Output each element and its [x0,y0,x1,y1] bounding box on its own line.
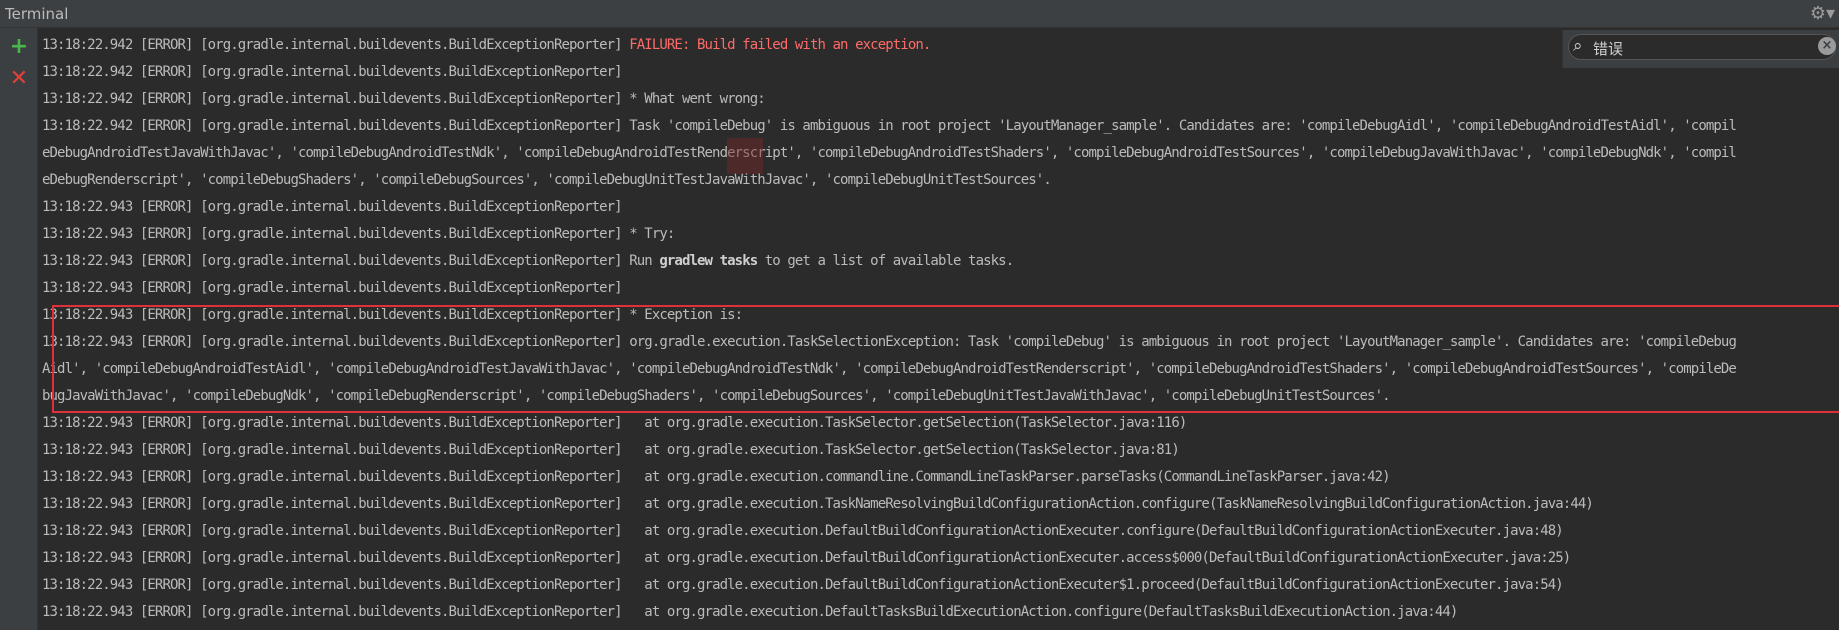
console-line: 13:18:22.943 [ERROR] [org.gradle.interna… [42,572,1839,599]
log-prefix: 13:18:22.942 [ERROR] [org.gradle.interna… [42,91,630,107]
console-line: 13:18:22.943 [ERROR] [org.gradle.interna… [42,194,1839,221]
command-highlight: gradlew tasks [659,253,758,269]
log-prefix: 13:18:22.943 [ERROR] [org.gradle.interna… [42,415,630,431]
log-message: Task 'compileDebug' is ambiguous in root… [629,118,1737,134]
console-line: 13:18:22.942 [ERROR] [org.gradle.interna… [42,86,1839,113]
console-line: eDebugAndroidTestJavaWithJavac', 'compil… [42,140,1839,167]
close-session-button[interactable]: ✕ [8,68,30,90]
log-message: at org.gradle.execution.DefaultBuildConf… [629,523,1563,539]
log-message: eDebugAndroidTestJavaWithJavac', 'compil… [42,145,1737,161]
console-line: 13:18:22.943 [ERROR] [org.gradle.interna… [42,221,1839,248]
console-line: 13:18:22.943 [ERROR] [org.gradle.interna… [42,410,1839,437]
console-line: Aidl', 'compileDebugAndroidTestAidl', 'c… [42,356,1839,383]
clear-search-icon[interactable]: × [1818,37,1836,55]
console-line: 13:18:22.943 [ERROR] [org.gradle.interna… [42,275,1839,302]
search-icon[interactable]: ⌕ [1573,36,1583,56]
log-prefix: 13:18:22.942 [ERROR] [org.gradle.interna… [42,37,630,53]
log-prefix: 13:18:22.943 [ERROR] [org.gradle.interna… [42,280,623,296]
window-title: Terminal [5,5,69,23]
log-message: at org.gradle.execution.DefaultBuildConf… [629,550,1571,566]
terminal-output[interactable]: 13:18:22.942 [ERROR] [org.gradle.interna… [42,32,1839,630]
log-message: at org.gradle.execution.DefaultTasksBuil… [629,604,1458,620]
log-message: Aidl', 'compileDebugAndroidTestAidl', 'c… [42,361,1737,377]
log-prefix: 13:18:22.943 [ERROR] [org.gradle.interna… [42,334,630,350]
terminal-toolbar: + ✕ [0,28,38,630]
log-prefix: 13:18:22.942 [ERROR] [org.gradle.interna… [42,64,623,80]
log-message: * What went wrong: [629,91,765,107]
log-message: * Try: [629,226,675,242]
log-message: eDebugRenderscript', 'compileDebugShader… [42,172,1052,188]
log-prefix: 13:18:22.943 [ERROR] [org.gradle.interna… [42,199,623,215]
log-prefix: 13:18:22.943 [ERROR] [org.gradle.interna… [42,442,630,458]
console-line: 13:18:22.943 [ERROR] [org.gradle.interna… [42,464,1839,491]
log-message: at org.gradle.execution.TaskNameResolvin… [629,496,1594,512]
console-line: 13:18:22.943 [ERROR] [org.gradle.interna… [42,248,1839,275]
log-message: at org.gradle.execution.TaskSelector.get… [629,415,1187,431]
log-message: bugJavaWithJavac', 'compileDebugNdk', 'c… [42,388,1391,404]
log-prefix: 13:18:22.943 [ERROR] [org.gradle.interna… [42,307,630,323]
log-prefix: 13:18:22.943 [ERROR] [org.gradle.interna… [42,523,630,539]
log-message: at org.gradle.execution.DefaultBuildConf… [629,577,1563,593]
search-input[interactable] [1591,35,1815,61]
console-line: 13:18:22.943 [ERROR] [org.gradle.interna… [42,437,1839,464]
terminal-title-bar: Terminal ⚙▾ [0,0,1839,28]
console-line: 13:18:22.943 [ERROR] [org.gradle.interna… [42,302,1839,329]
log-message: Run [629,253,660,269]
log-message-suffix: to get a list of available tasks. [757,253,1014,269]
console-line: bugJavaWithJavac', 'compileDebugNdk', 'c… [42,383,1839,410]
close-icon: ✕ [9,66,29,91]
log-message: * Exception is: [629,307,743,323]
console-line: 13:18:22.943 [ERROR] [org.gradle.interna… [42,599,1839,626]
log-prefix: 13:18:22.943 [ERROR] [org.gradle.interna… [42,496,630,512]
search-bar: ⌕ × [1562,30,1839,68]
console-line: 13:18:22.942 [ERROR] [org.gradle.interna… [42,113,1839,140]
console-line: 13:18:22.943 [ERROR] [org.gradle.interna… [42,545,1839,572]
log-message: FAILURE: Build failed with an exception. [629,37,931,53]
console-line: eDebugRenderscript', 'compileDebugShader… [42,167,1839,194]
log-prefix: 13:18:22.943 [ERROR] [org.gradle.interna… [42,226,630,242]
log-prefix: 13:18:22.943 [ERROR] [org.gradle.interna… [42,577,630,593]
log-prefix: 13:18:22.943 [ERROR] [org.gradle.interna… [42,469,630,485]
log-message: org.gradle.execution.TaskSelectionExcept… [629,334,1737,350]
new-session-button[interactable]: + [8,36,30,58]
console-line: 13:18:22.943 [ERROR] [org.gradle.interna… [42,518,1839,545]
log-prefix: 13:18:22.943 [ERROR] [org.gradle.interna… [42,604,630,620]
console-line: 13:18:22.943 [ERROR] [org.gradle.interna… [42,491,1839,518]
log-prefix: 13:18:22.942 [ERROR] [org.gradle.interna… [42,118,630,134]
log-prefix: 13:18:22.943 [ERROR] [org.gradle.interna… [42,550,630,566]
search-field[interactable]: ⌕ × [1568,34,1836,61]
log-message: at org.gradle.execution.commandline.Comm… [629,469,1390,485]
log-prefix: 13:18:22.943 [ERROR] [org.gradle.interna… [42,253,630,269]
gear-icon[interactable]: ⚙▾ [1810,3,1835,24]
plus-icon: + [9,34,29,59]
console-line: 13:18:22.943 [ERROR] [org.gradle.interna… [42,329,1839,356]
log-message: at org.gradle.execution.TaskSelector.get… [629,442,1179,458]
